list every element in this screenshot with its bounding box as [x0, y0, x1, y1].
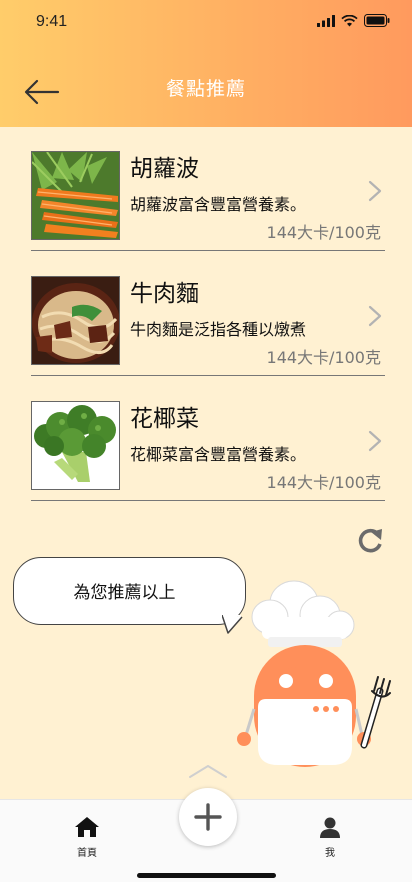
chevron-right-icon[interactable] — [367, 304, 383, 328]
item-name: 花椰菜 — [130, 406, 199, 432]
chevron-right-icon[interactable] — [367, 429, 383, 453]
assistant-message: 為您推薦以上 — [73, 583, 176, 603]
tab-me-label: 我 — [325, 848, 335, 859]
header: 9:41 餐點推薦 — [0, 0, 412, 127]
item-calories: 144大卡/100克 — [266, 223, 381, 242]
add-button[interactable] — [179, 788, 237, 846]
bottom-tab-bar: 首頁 我 — [0, 788, 412, 882]
status-time: 9:41 — [36, 13, 68, 30]
chef-robot-mascot — [237, 580, 391, 767]
user-icon — [320, 817, 340, 838]
list-item[interactable]: 胡蘿波 胡蘿波富含豐富營養素。 144大卡/100克 — [31, 151, 385, 251]
refresh-icon[interactable] — [356, 526, 384, 554]
wifi-icon — [341, 14, 358, 26]
recommendation-content: 胡蘿波 胡蘿波富含豐富營養素。 144大卡/100克 牛肉麵 牛肉麵是泛指各種以… — [0, 127, 412, 799]
chevron-up-icon[interactable] — [188, 763, 228, 779]
item-description: 胡蘿波富含豐富營養素。 — [130, 195, 307, 214]
plus-icon — [194, 803, 222, 831]
status-icons — [317, 14, 390, 27]
home-icon — [75, 817, 99, 837]
broccoli-image — [31, 401, 120, 490]
fork-icon — [360, 676, 391, 749]
chevron-right-icon[interactable] — [367, 179, 383, 203]
item-calories: 144大卡/100克 — [266, 348, 381, 367]
speech-bubble: 為您推薦以上 — [13, 557, 246, 625]
list-item[interactable]: 牛肉麵 牛肉麵是泛指各種以燉煮 144大卡/100克 — [31, 276, 385, 376]
tab-home-label: 首頁 — [77, 848, 97, 859]
signal-icon — [317, 14, 335, 27]
carrot-image — [31, 151, 120, 240]
item-description: 牛肉麵是泛指各種以燉煮 — [130, 320, 307, 339]
tab-me[interactable]: 我 — [300, 816, 360, 859]
home-indicator — [137, 873, 276, 878]
battery-icon — [364, 14, 390, 27]
item-name: 胡蘿波 — [130, 156, 199, 182]
tab-home[interactable]: 首頁 — [57, 816, 117, 859]
item-name: 牛肉麵 — [130, 281, 199, 307]
item-calories: 144大卡/100克 — [266, 473, 381, 492]
beef-noodle-image — [31, 276, 120, 365]
list-item[interactable]: 花椰菜 花椰菜富含豐富營養素。 144大卡/100克 — [31, 401, 385, 501]
item-description: 花椰菜富含豐富營養素。 — [130, 445, 307, 464]
page-title: 餐點推薦 — [165, 78, 246, 100]
